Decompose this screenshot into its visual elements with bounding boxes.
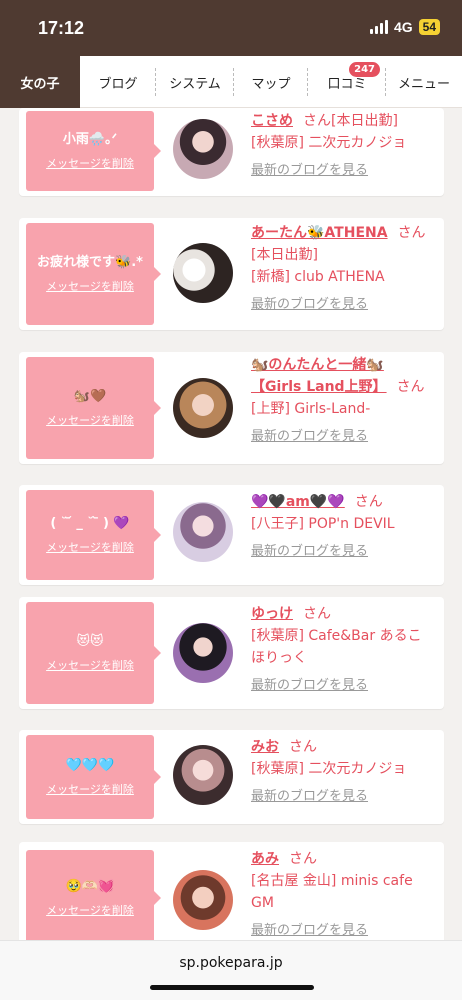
delete-message-link[interactable]: メッセージを削除 — [46, 902, 134, 918]
delete-message-link[interactable]: メッセージを削除 — [46, 781, 134, 797]
message-list: 小雨🌧️｡ᐟ メッセージを削除 こさめ さん[本日出勤] [秋葉原] 二次元カノジ… — [0, 108, 462, 940]
shop-name: [上野] Girls-Land- — [251, 401, 371, 417]
honorific: さん — [289, 851, 317, 867]
latest-blog-link[interactable]: 最新のブログを見る — [251, 426, 431, 448]
girl-info: こさめ さん[本日出勤] [秋葉原] 二次元カノジョ 最新のブログを見る — [251, 110, 431, 182]
avatar[interactable] — [173, 378, 233, 438]
list-item: 🩵🩵🩵 メッセージを削除 みお さん [秋葉原] 二次元カノジョ 最新のブログを見… — [19, 730, 444, 824]
latest-blog-link[interactable]: 最新のブログを見る — [251, 160, 431, 182]
tab-label: システム — [169, 76, 221, 92]
shop-name: [秋葉原] Cafe&Bar あるこほりっく — [251, 628, 422, 666]
avatar[interactable] — [173, 870, 233, 930]
network-label: 4G — [393, 19, 413, 35]
message-bubble: 🥹🫶🏻💓 メッセージを削除 — [26, 850, 161, 940]
message-text: 🩵🩵🩵 — [65, 758, 115, 773]
browser-url-bar[interactable]: sp.pokepara.jp — [0, 940, 462, 1000]
girl-info: あーたん🐝ATHENA さん [本日出勤] [新橋] club ATHENA 最新の… — [251, 222, 431, 316]
avatar[interactable] — [173, 119, 233, 179]
avatar[interactable] — [173, 745, 233, 805]
girl-info: 🐿️のんたんと一緒🐿️【Girls Land上野】 さん [上野] Girls-L… — [251, 354, 431, 448]
shop-name: [名古屋 金山] minis cafe GM — [251, 873, 413, 911]
status-indicators: 4G 54 — [369, 19, 440, 35]
work-status: [本日出勤] — [251, 247, 318, 263]
avatar[interactable] — [173, 623, 233, 683]
tab-menu[interactable]: メニュー — [386, 56, 462, 108]
girl-name-link[interactable]: 💜🖤am🖤💜 — [251, 494, 345, 510]
girl-info: あみ さん [名古屋 金山] minis cafe GM 最新のブログを見る — [251, 848, 431, 940]
latest-blog-link[interactable]: 最新のブログを見る — [251, 541, 431, 563]
message-text: お疲れ様です🐝.* — [37, 255, 143, 270]
delete-message-link[interactable]: メッセージを削除 — [46, 278, 134, 294]
tab-label: メニュー — [397, 76, 450, 92]
message-text: 🥹🫶🏻💓 — [65, 879, 115, 894]
honorific: さん — [354, 494, 383, 510]
girl-name-link[interactable]: 🐿️のんたんと一緒🐿️【Girls Land上野】 — [251, 357, 387, 395]
status-time: 17:12 — [38, 18, 85, 38]
status-bar: 17:12 4G 54 — [0, 0, 462, 56]
girl-name-link[interactable]: みお — [251, 739, 279, 755]
girl-info: みお さん [秋葉原] 二次元カノジョ 最新のブログを見る — [251, 736, 431, 808]
message-bubble: お疲れ様です🐝.* メッセージを削除 — [26, 223, 161, 325]
tab-blog[interactable]: ブログ — [80, 56, 156, 108]
delete-message-link[interactable]: メッセージを削除 — [46, 657, 134, 673]
girl-name-link[interactable]: あーたん🐝ATHENA — [251, 225, 388, 241]
signal-icon — [369, 20, 388, 34]
list-item: 小雨🌧️｡ᐟ メッセージを削除 こさめ さん[本日出勤] [秋葉原] 二次元カノジ… — [19, 108, 444, 196]
message-text: 小雨🌧️｡ᐟ — [62, 132, 118, 147]
delete-message-link[interactable]: メッセージを削除 — [46, 412, 134, 428]
list-item: 😻😻 メッセージを削除 ゆっけ さん [秋葉原] Cafe&Bar あるこほりっく… — [19, 597, 444, 709]
message-text: ( ˘ ᷄ _ ˘ ᷅ ) 💜 — [50, 516, 130, 531]
shop-name: [八王子] POP'n DEVIL — [251, 516, 395, 532]
honorific: さん — [303, 606, 331, 622]
delete-message-link[interactable]: メッセージを削除 — [46, 539, 134, 555]
tab-map[interactable]: マップ — [234, 56, 308, 108]
girl-name-link[interactable]: ゆっけ — [251, 606, 293, 622]
message-bubble: ( ˘ ᷄ _ ˘ ᷅ ) 💜 メッセージを削除 — [26, 490, 161, 580]
list-item: ( ˘ ᷄ _ ˘ ᷅ ) 💜 メッセージを削除 💜🖤am🖤💜 さん [八王子] … — [19, 485, 444, 585]
honorific: さん — [289, 739, 317, 755]
girl-name-link[interactable]: こさめ — [251, 113, 293, 129]
work-status: [本日出勤] — [331, 113, 398, 129]
avatar[interactable] — [173, 243, 233, 303]
tab-label: ブログ — [98, 76, 138, 92]
tab-label: 女の子 — [20, 76, 60, 92]
latest-blog-link[interactable]: 最新のブログを見る — [251, 786, 431, 808]
girl-name-link[interactable]: あみ — [251, 851, 279, 867]
top-nav: 女の子 ブログ システム マップ 口コミ 247 メニュー — [0, 56, 462, 108]
list-item: 🐿️🤎 メッセージを削除 🐿️のんたんと一緒🐿️【Girls Land上野】 さん… — [19, 352, 444, 464]
latest-blog-link[interactable]: 最新のブログを見る — [251, 675, 431, 697]
shop-name: [新橋] club ATHENA — [251, 269, 385, 285]
shop-name: [秋葉原] 二次元カノジョ — [251, 135, 407, 151]
shop-name: [秋葉原] 二次元カノジョ — [251, 761, 407, 777]
battery-icon: 54 — [418, 19, 440, 35]
message-bubble: 🩵🩵🩵 メッセージを削除 — [26, 735, 161, 819]
tab-system[interactable]: システム — [156, 56, 234, 108]
tab-label: マップ — [251, 76, 291, 92]
tab-girls[interactable]: 女の子 — [0, 56, 80, 108]
list-item: お疲れ様です🐝.* メッセージを削除 あーたん🐝ATHENA さん [本日出勤] [… — [19, 218, 444, 330]
message-text: 😻😻 — [76, 634, 104, 649]
review-count-badge: 247 — [349, 62, 380, 77]
message-bubble: 😻😻 メッセージを削除 — [26, 602, 161, 704]
girl-info: 💜🖤am🖤💜 さん [八王子] POP'n DEVIL 最新のブログを見る — [251, 491, 431, 563]
delete-message-link[interactable]: メッセージを削除 — [46, 155, 134, 171]
honorific: さん — [397, 225, 426, 241]
avatar[interactable] — [173, 502, 233, 562]
url-text[interactable]: sp.pokepara.jp — [0, 955, 462, 971]
honorific: さん — [396, 379, 425, 395]
honorific: さん — [303, 113, 331, 129]
message-bubble: 小雨🌧️｡ᐟ メッセージを削除 — [26, 111, 161, 191]
message-text: 🐿️🤎 — [73, 389, 107, 404]
message-bubble: 🐿️🤎 メッセージを削除 — [26, 357, 161, 459]
home-indicator[interactable] — [150, 985, 314, 990]
tab-reviews[interactable]: 口コミ 247 — [308, 56, 386, 108]
girl-info: ゆっけ さん [秋葉原] Cafe&Bar あるこほりっく 最新のブログを見る — [251, 603, 431, 697]
list-item: 🥹🫶🏻💓 メッセージを削除 あみ さん [名古屋 金山] minis cafe G… — [19, 842, 444, 940]
latest-blog-link[interactable]: 最新のブログを見る — [251, 920, 431, 940]
latest-blog-link[interactable]: 最新のブログを見る — [251, 294, 431, 316]
